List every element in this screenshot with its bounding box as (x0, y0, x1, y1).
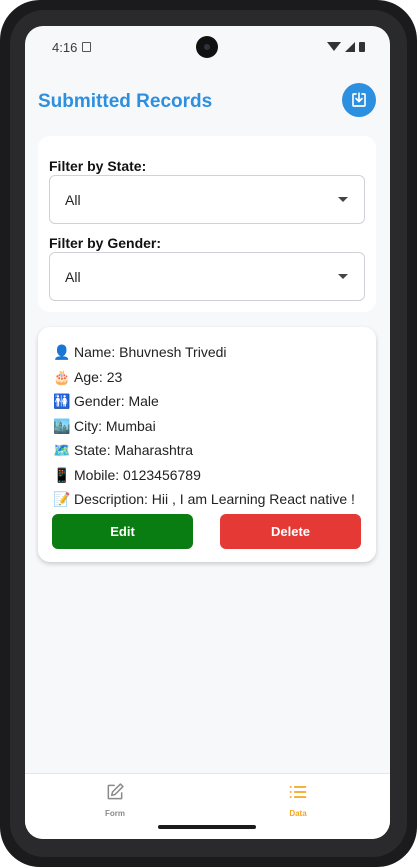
battery-icon (359, 41, 365, 52)
status-icons (327, 41, 365, 52)
wifi-icon (327, 42, 341, 51)
record-state: 🗺️ State: Maharashtra (53, 442, 193, 459)
record-mobile: 📱 Mobile: 0123456789 (53, 467, 201, 484)
state-filter-value: All (65, 192, 81, 208)
cake-icon: 🎂 (53, 369, 71, 385)
person-icon: 👤 (53, 344, 71, 360)
front-camera (196, 36, 218, 58)
status-time: 4:16 (52, 40, 78, 55)
record-city: 🏙️ City: Mumbai (53, 418, 156, 435)
gender-filter-value: All (65, 269, 81, 285)
record-gender-text: Gender: Male (74, 393, 159, 409)
record-mobile-text: Mobile: 0123456789 (74, 467, 201, 483)
list-icon (289, 786, 307, 798)
status-bar: 4:16 (25, 26, 390, 66)
record-description: 📝 Description: Hii , I am Learning React … (53, 491, 355, 508)
memo-icon: 📝 (53, 491, 71, 507)
download-icon (352, 92, 366, 107)
state-filter-label: Filter by State: (49, 158, 147, 174)
record-state-text: State: Maharashtra (74, 442, 194, 458)
filter-card: Filter by State: All Filter by Gender: A… (38, 136, 376, 312)
bottom-tab-bar: Form Data (25, 773, 390, 839)
restroom-icon: 🚻 (53, 393, 71, 409)
chevron-down-icon (338, 197, 348, 202)
download-button[interactable] (342, 83, 376, 117)
record-card: 👤 Name: Bhuvnesh Trivedi 🎂 Age: 23 🚻 Gender… (38, 327, 376, 562)
mobile-phone-icon: 📱 (53, 467, 71, 483)
edit-button[interactable]: Edit (52, 514, 193, 549)
record-gender: 🚻 Gender: Male (53, 393, 159, 410)
chevron-down-icon (338, 274, 348, 279)
page-title: Submitted Records (38, 91, 213, 112)
screen-record-icon (82, 42, 91, 52)
record-description-text: Description: Hii , I am Learning React n… (74, 491, 355, 507)
edit-form-icon (107, 783, 124, 800)
gender-filter-select[interactable]: All (49, 252, 365, 301)
record-name: 👤 Name: Bhuvnesh Trivedi (53, 344, 227, 361)
tab-data[interactable]: Data (268, 782, 328, 818)
record-age: 🎂 Age: 23 (53, 369, 122, 386)
cityscape-icon: 🏙️ (53, 418, 71, 434)
gender-filter-label: Filter by Gender: (49, 235, 162, 251)
record-city-text: City: Mumbai (74, 418, 156, 434)
tab-form[interactable]: Form (85, 782, 145, 818)
signal-icon (345, 41, 355, 52)
home-indicator[interactable] (158, 825, 256, 829)
record-name-text: Name: Bhuvnesh Trivedi (74, 344, 227, 360)
app-screen: 4:16 Submitted Records Filter by State: … (25, 26, 390, 839)
state-filter-select[interactable]: All (49, 175, 365, 224)
record-age-text: Age: 23 (74, 369, 123, 385)
map-icon: 🗺️ (53, 442, 71, 458)
tab-form-label: Form (105, 809, 125, 818)
tab-data-label: Data (289, 809, 307, 818)
delete-button[interactable]: Delete (220, 514, 361, 549)
